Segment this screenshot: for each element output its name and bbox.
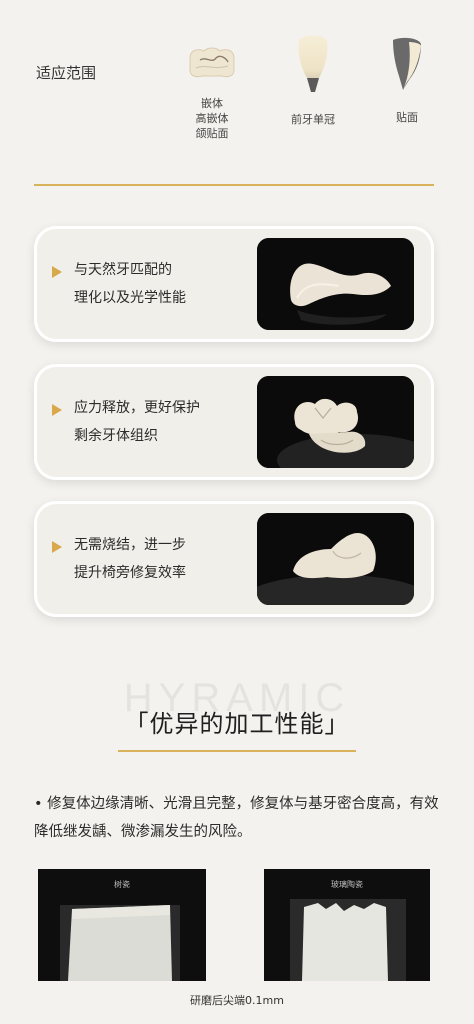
indication-label: 高嵌体: [195, 112, 229, 125]
feature-line: 理化以及光学性能: [74, 290, 186, 306]
figure-caption: 研磨后尖端0.1mm: [190, 994, 284, 1007]
arrow-right-icon: [52, 266, 62, 278]
indication-veneer: 贴面: [380, 36, 434, 125]
feature-card: 无需烧结，进一步 提升椅旁修复效率: [34, 501, 434, 617]
sample-image-resin-ceramic: 树瓷: [38, 869, 206, 981]
indication-inlay: 嵌体 高嵌体 颌贴面: [180, 44, 244, 141]
section-heading: 「优异的加工性能」: [124, 710, 350, 738]
indication-label: 贴面: [396, 111, 418, 124]
veneer-icon: [393, 37, 421, 90]
feature-line: 剩余牙体组织: [74, 428, 158, 444]
feature-line: 与天然牙匹配的: [74, 262, 172, 278]
anterior-crown-icon: [298, 35, 328, 92]
heading-underline: [118, 750, 356, 752]
feature-text: 无需烧结，进一步 提升椅旁修复效率: [74, 531, 254, 587]
feature-line: 无需烧结，进一步: [74, 537, 186, 553]
overlay-restoration-photo: [257, 513, 414, 605]
indication-label: 颌贴面: [195, 127, 229, 140]
indication-label: 嵌体: [201, 97, 223, 110]
feature-card: 与天然牙匹配的 理化以及光学性能: [34, 226, 434, 342]
arrow-right-icon: [52, 404, 62, 416]
indication-label: 前牙单冠: [291, 113, 335, 126]
arrow-right-icon: [52, 541, 62, 553]
sample-image-glass-ceramic: 玻璃陶瓷: [264, 869, 430, 981]
feature-line: 应力释放，更好保护: [74, 400, 200, 416]
section-divider: [34, 184, 434, 186]
sample-label: 树瓷: [114, 880, 130, 889]
molar-onlay-photo: [257, 376, 414, 468]
sample-label: 玻璃陶瓷: [331, 880, 363, 889]
inlay-tooth-icon: [189, 47, 235, 78]
feature-text: 与天然牙匹配的 理化以及光学性能: [74, 256, 254, 312]
feature-line: 提升椅旁修复效率: [74, 565, 186, 581]
bullet-paragraph: • 修复体边缘清晰、光滑且完整，修复体与基牙密合度高，有效降低继发龋、微渗漏发生…: [34, 796, 439, 840]
indications-label: 适应范围: [36, 64, 97, 82]
feature-text: 应力释放，更好保护 剩余牙体组织: [74, 394, 254, 450]
indication-anterior-crown: 前牙单冠: [278, 34, 348, 127]
feature-card: 应力释放，更好保护 剩余牙体组织: [34, 364, 434, 480]
veneer-shell-photo: [257, 238, 414, 330]
